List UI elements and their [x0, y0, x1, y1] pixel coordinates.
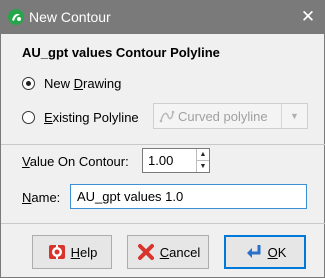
help-button-label: Help [70, 244, 98, 260]
dialog-body: AU_gpt values Contour Polyline New Drawi… [0, 34, 325, 278]
existing-polyline-radio[interactable] [22, 111, 35, 124]
spin-up-icon[interactable]: ▲ [197, 149, 209, 161]
value-on-contour-value[interactable]: 1.00 [148, 153, 173, 168]
title-bar: New Contour ✕ [0, 0, 325, 34]
new-drawing-radio-option[interactable]: New Drawing [22, 76, 121, 91]
curved-polyline-icon [159, 110, 175, 123]
app-logo-icon [8, 9, 24, 25]
dialog-heading: AU_gpt values Contour Polyline [22, 45, 220, 60]
spin-down-icon[interactable]: ▼ [197, 161, 209, 172]
new-drawing-radio[interactable] [22, 77, 35, 90]
new-drawing-label: New Drawing [44, 76, 122, 91]
window-title: New Contour [29, 9, 111, 25]
name-input[interactable]: AU_gpt values 1.0 [70, 184, 307, 209]
existing-polyline-label: Existing Polyline [44, 110, 139, 125]
cancel-button[interactable]: Cancel [127, 235, 209, 269]
chevron-down-icon[interactable]: ▼ [281, 104, 307, 128]
ok-button[interactable]: OK [224, 235, 306, 269]
cancel-button-label: Cancel [159, 244, 201, 260]
ok-enter-arrow-icon [246, 245, 261, 258]
polyline-select-value: Curved polyline [178, 108, 268, 124]
spin-buttons: ▲ ▼ [196, 149, 209, 172]
polyline-select[interactable]: Curved polyline ▼ [153, 103, 308, 129]
divider [1, 223, 325, 224]
value-on-contour-spinbox[interactable]: 1.00 ▲ ▼ [142, 148, 210, 173]
existing-polyline-radio-option[interactable]: Existing Polyline [22, 110, 139, 125]
name-label: Name: [22, 190, 61, 205]
cancel-x-icon [137, 244, 154, 260]
value-on-contour-label: Value On Contour: [22, 154, 129, 169]
help-lifebuoy-icon [48, 245, 65, 259]
ok-button-label: OK [267, 244, 287, 260]
close-icon[interactable]: ✕ [297, 6, 319, 28]
help-button[interactable]: Help [32, 235, 112, 269]
divider [1, 144, 325, 145]
